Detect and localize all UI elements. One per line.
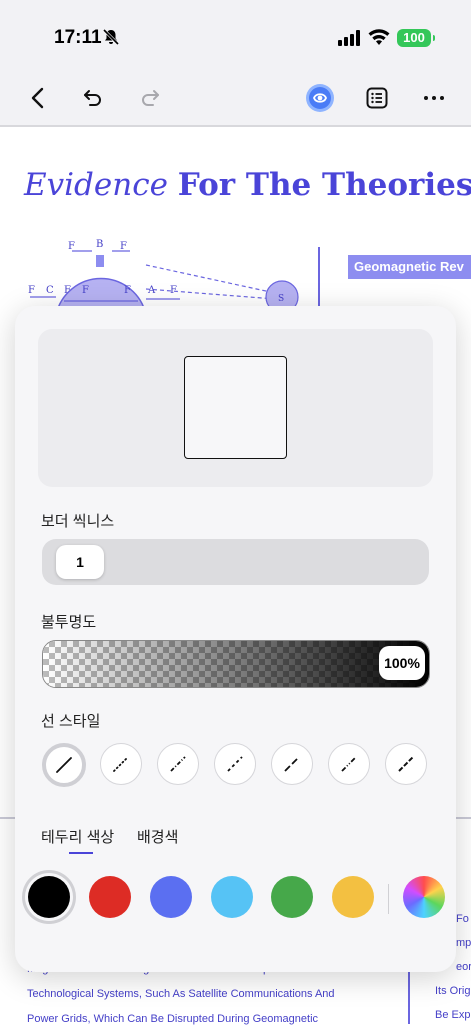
back-button[interactable]: [22, 82, 54, 114]
svg-text:F: F: [120, 241, 127, 252]
svg-text:S: S: [278, 294, 284, 304]
line-style-solid[interactable]: [42, 743, 86, 787]
svg-text:F: F: [28, 285, 35, 296]
document-title: Evidence For The Theories: [24, 167, 471, 203]
opacity-label: 불투명도: [41, 614, 97, 631]
line-style-long-dash[interactable]: [271, 743, 313, 785]
more-button[interactable]: [418, 82, 450, 114]
bell-off-icon: [102, 28, 120, 46]
swatch-divider: [388, 884, 389, 914]
force-diagram: F B F F C F F F A F S: [28, 239, 299, 315]
signal-icon: [338, 30, 360, 46]
opacity-knob[interactable]: 100%: [379, 646, 425, 680]
line-style-dashed[interactable]: [214, 743, 256, 785]
svg-text:A: A: [147, 285, 156, 296]
redo-icon: [142, 90, 159, 106]
color-swatch-red[interactable]: [89, 876, 131, 918]
svg-text:F: F: [82, 285, 89, 296]
dense-dash-line-icon: [398, 756, 414, 772]
dotted-line-icon: [113, 756, 129, 772]
border-thickness-label: 보더 씩니스: [41, 513, 115, 530]
title-italic: Evidence: [24, 167, 168, 203]
svg-text:C: C: [46, 285, 54, 296]
border-thickness-slider[interactable]: 1: [42, 539, 429, 585]
color-swatch-green[interactable]: [271, 876, 313, 918]
preview-shape: [184, 356, 287, 459]
color-swatch-black[interactable]: [28, 876, 70, 918]
shape-style-panel: 보더 씩니스 1 불투명도 100% 선 스타일 테두리 색상 배경색: [15, 306, 456, 972]
right-line: Its Orig: [435, 985, 471, 997]
back-icon: [31, 87, 44, 109]
opacity-slider[interactable]: 100%: [42, 640, 430, 688]
list-icon: [366, 87, 388, 109]
right-line: eory: [456, 961, 471, 973]
long-dash-line-icon: [284, 756, 300, 772]
dash-dot-dot-line-icon: [341, 756, 357, 772]
body-line: Technological Systems, Such As Satellite…: [27, 988, 335, 1000]
undo-icon: [84, 90, 101, 106]
color-swatch-yellow[interactable]: [332, 876, 374, 918]
tab-background-color[interactable]: 배경색: [137, 826, 178, 847]
line-style-label: 선 스타일: [41, 713, 101, 730]
outline-button[interactable]: [361, 82, 393, 114]
battery-indicator: 100: [397, 29, 435, 47]
svg-text:F: F: [68, 241, 75, 252]
section-header: Geomagnetic Rev: [348, 255, 471, 279]
svg-text:F: F: [124, 285, 131, 296]
right-line: Be Exp: [435, 1009, 471, 1021]
svg-text:F: F: [64, 285, 71, 296]
color-swatch-blue[interactable]: [150, 876, 192, 918]
undo-button[interactable]: [77, 82, 109, 114]
ai-assistant-icon: [306, 84, 334, 112]
svg-text:B: B: [96, 239, 103, 250]
border-thickness-knob[interactable]: 1: [56, 545, 104, 579]
line-style-dotted[interactable]: [100, 743, 142, 785]
color-swatch-light-blue[interactable]: [211, 876, 253, 918]
tab-border-color[interactable]: 테두리 색상: [41, 826, 114, 847]
dashed-line-icon: [227, 756, 243, 772]
line-style-dash-dot-dot[interactable]: [328, 743, 370, 785]
ai-assistant-button[interactable]: [304, 82, 336, 114]
more-icon: [424, 96, 444, 100]
svg-text:F: F: [170, 285, 177, 296]
status-time: 17:11: [54, 27, 102, 48]
redo-button[interactable]: [134, 82, 166, 114]
color-swatches: [15, 874, 456, 924]
right-line: Fo: [456, 913, 469, 925]
line-style-dense-dash[interactable]: [385, 743, 427, 785]
status-bar: 17:11 100: [0, 0, 471, 72]
active-tab-indicator: [69, 852, 93, 854]
style-preview: [38, 329, 433, 487]
dash-dot-line-icon: [170, 756, 186, 772]
solid-line-icon: [56, 757, 72, 773]
title-bold: For The Theories: [177, 167, 471, 203]
custom-color-picker-icon[interactable]: [403, 876, 445, 918]
wifi-icon: [368, 29, 390, 45]
right-line: mple: [456, 937, 471, 949]
line-style-dash-dot[interactable]: [157, 743, 199, 785]
top-toolbar: [0, 72, 471, 127]
line-style-options: [42, 741, 432, 787]
body-line: Power Grids, Which Can Be Disrupted Duri…: [27, 1013, 319, 1025]
